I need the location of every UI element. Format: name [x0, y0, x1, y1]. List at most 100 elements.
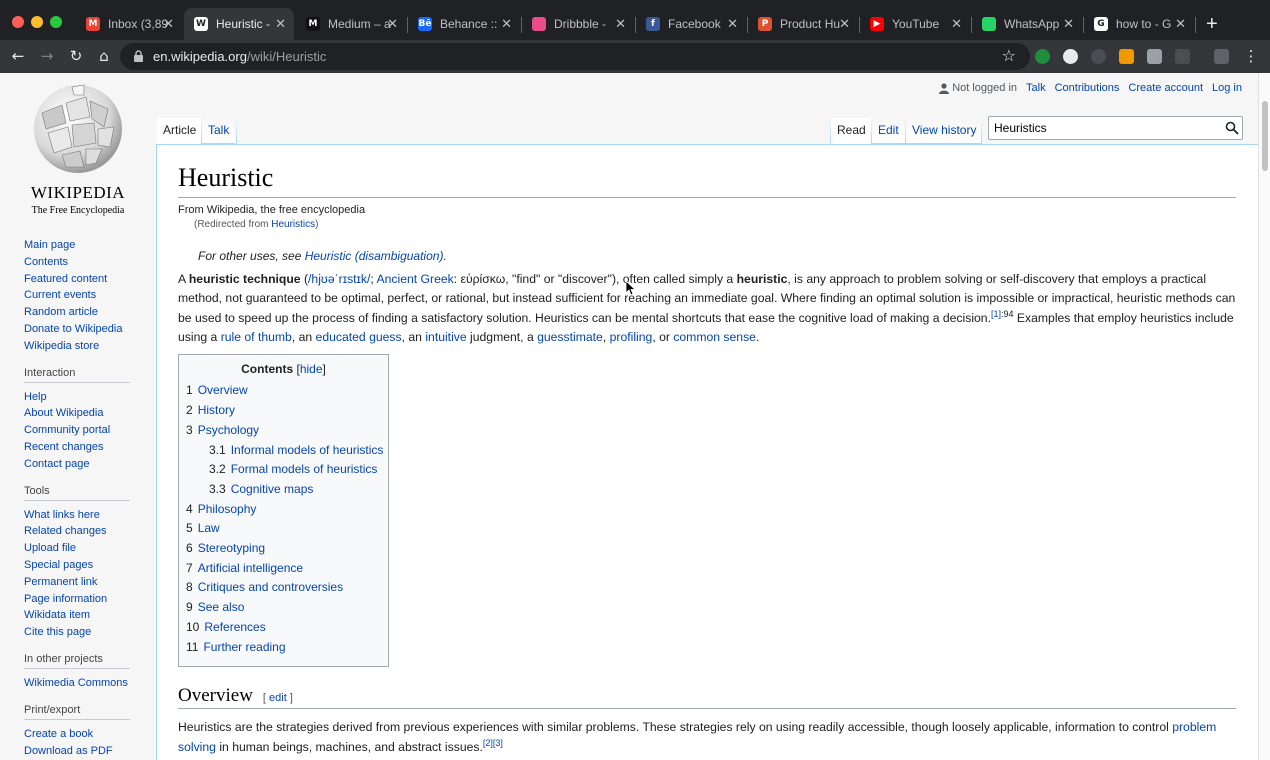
- toc-link-law[interactable]: Law: [198, 521, 220, 535]
- profiling-link[interactable]: profiling: [610, 330, 653, 344]
- browser-tab[interactable]: WhatsApp ✕: [972, 8, 1082, 40]
- toc-item[interactable]: 4 Philosophy: [186, 500, 381, 520]
- toc-link-history[interactable]: History: [198, 403, 235, 417]
- browser-tab[interactable]: Ghow to - G ✕: [1084, 8, 1194, 40]
- toc-item[interactable]: 7 Artificial intelligence: [186, 559, 381, 579]
- browser-tab[interactable]: W Heuristic - ✕: [184, 8, 294, 40]
- window-close-button[interactable]: [12, 16, 24, 28]
- toc-link-critiques-and-controversies[interactable]: Critiques and controversies: [198, 580, 343, 594]
- citation-2-link[interactable]: [2]: [483, 738, 493, 748]
- tab-talk-link[interactable]: Talk: [208, 123, 229, 137]
- citation-2[interactable]: [2][3]: [483, 738, 503, 748]
- scrollbar-thumb[interactable]: [1262, 101, 1268, 171]
- toc-link-see-also[interactable]: See also: [198, 600, 245, 614]
- sidebar-item-donate-to-wikipedia[interactable]: Donate to Wikipedia: [24, 323, 122, 335]
- sidebar-item-help[interactable]: Help: [24, 391, 47, 403]
- extension-ally-icon[interactable]: [1119, 49, 1134, 64]
- tab-close-icon[interactable]: ✕: [1175, 16, 1186, 32]
- sidebar-item-recent-changes[interactable]: Recent changes: [24, 441, 104, 453]
- extension-grammarly-icon[interactable]: [1035, 49, 1050, 64]
- guesstimate-link[interactable]: guesstimate: [537, 330, 603, 344]
- tab-view-history-link[interactable]: View history: [912, 123, 976, 137]
- common-sense-link[interactable]: common sense: [673, 330, 756, 344]
- citation-3-link[interactable]: [3]: [493, 738, 503, 748]
- new-tab-button[interactable]: +: [1206, 14, 1218, 34]
- toc-link-philosophy[interactable]: Philosophy: [198, 502, 257, 516]
- toc-link-informal-models-of-heuristics[interactable]: Informal models of heuristics: [231, 443, 384, 457]
- sidebar-item-create-a-book[interactable]: Create a book: [24, 728, 93, 740]
- extension-16-icon[interactable]: [1147, 49, 1162, 64]
- sidebar-item-cite-this-page[interactable]: Cite this page: [24, 626, 91, 638]
- section-edit-link[interactable]: edit: [269, 692, 287, 704]
- toc-item[interactable]: 2 History: [186, 401, 381, 421]
- tab-close-icon[interactable]: ✕: [387, 16, 398, 32]
- sidebar-item-random-article[interactable]: Random article: [24, 306, 98, 318]
- sidebar-item-featured-content[interactable]: Featured content: [24, 273, 107, 285]
- personal-talk-link[interactable]: Talk: [1026, 82, 1046, 94]
- wikipedia-logo[interactable]: WIKIPEDIA The Free Encyclopedia: [24, 83, 132, 216]
- intuitive-link[interactable]: intuitive: [425, 330, 466, 344]
- toc-item[interactable]: 5 Law: [186, 519, 381, 539]
- contributions-link[interactable]: Contributions: [1055, 82, 1120, 94]
- sidebar-item-permanent-link[interactable]: Permanent link: [24, 576, 97, 588]
- sidebar-item-what-links-here[interactable]: What links here: [24, 509, 100, 521]
- toc-link-overview[interactable]: Overview: [198, 383, 248, 397]
- search-icon[interactable]: [1225, 121, 1239, 135]
- toc-link-psychology[interactable]: Psychology: [198, 423, 259, 437]
- toc-item[interactable]: 3.1 Informal models of heuristics: [186, 441, 384, 461]
- forward-arrow-icon[interactable]: →: [37, 46, 57, 66]
- educated-guess-link[interactable]: educated guess: [316, 330, 402, 344]
- rule-of-thumb-link[interactable]: rule of thumb: [221, 330, 292, 344]
- sidebar-item-about-wikipedia[interactable]: About Wikipedia: [24, 407, 104, 419]
- tab-close-icon[interactable]: ✕: [951, 16, 962, 32]
- sidebar-item-main-page[interactable]: Main page: [24, 239, 75, 251]
- toc-link-references[interactable]: References: [204, 620, 265, 634]
- extension-misc-icon[interactable]: [1214, 49, 1229, 64]
- sidebar-item-community-portal[interactable]: Community portal: [24, 424, 110, 436]
- create-account-link[interactable]: Create account: [1128, 82, 1203, 94]
- browser-tab[interactable]: Dribbble - ✕: [522, 8, 634, 40]
- sidebar-item-download-as-pdf[interactable]: Download as PDF: [24, 745, 113, 757]
- tab-view-history[interactable]: View history: [906, 118, 983, 144]
- toc-item[interactable]: 1 Overview: [186, 381, 381, 401]
- toc-link-formal-models-of-heuristics[interactable]: Formal models of heuristics: [231, 462, 378, 476]
- browser-menu-icon[interactable]: ⋮: [1241, 46, 1261, 66]
- back-arrow-icon[interactable]: ←: [8, 46, 28, 66]
- extension-shield-icon[interactable]: [1091, 49, 1106, 64]
- toc-link-stereotyping[interactable]: Stereotyping: [198, 541, 265, 555]
- sidebar-item-current-events[interactable]: Current events: [24, 289, 96, 301]
- toc-link-further-reading[interactable]: Further reading: [203, 640, 285, 654]
- toc-item[interactable]: 10 References: [186, 618, 381, 638]
- window-maximize-button[interactable]: [50, 16, 62, 28]
- extension-folder-icon[interactable]: [1175, 49, 1190, 64]
- sidebar-item-upload-file[interactable]: Upload file: [24, 542, 76, 554]
- toc-link-cognitive-maps[interactable]: Cognitive maps: [231, 482, 314, 496]
- sidebar-item-contact-page[interactable]: Contact page: [24, 458, 89, 470]
- ipa-link[interactable]: /hjʊəˈrɪstɪk/: [308, 272, 370, 286]
- browser-tab[interactable]: M Medium – a ✕: [296, 8, 406, 40]
- tab-close-icon[interactable]: ✕: [727, 16, 738, 32]
- toc-item[interactable]: 6 Stereotyping: [186, 539, 381, 559]
- extension-circle-icon[interactable]: [1063, 49, 1078, 64]
- toc-item[interactable]: 3.3 Cognitive maps: [186, 480, 381, 500]
- browser-tab[interactable]: ▶ YouTube ✕: [860, 8, 970, 40]
- toc-item[interactable]: 8 Critiques and controversies: [186, 578, 381, 598]
- toc-link-artificial-intelligence[interactable]: Artificial intelligence: [198, 561, 303, 575]
- browser-tab[interactable]: P Product Hu ✕: [748, 8, 858, 40]
- log-in-link[interactable]: Log in: [1212, 82, 1242, 94]
- address-bar[interactable]: en.wikipedia.org/wiki/Heuristic ☆: [120, 43, 1030, 70]
- sidebar-item-wikidata-item[interactable]: Wikidata item: [24, 609, 90, 621]
- ancient-greek-link[interactable]: Ancient Greek: [377, 272, 454, 286]
- tab-close-icon[interactable]: ✕: [839, 16, 850, 32]
- reload-icon[interactable]: ↻: [66, 46, 86, 66]
- sidebar-item-related-changes[interactable]: Related changes: [24, 525, 107, 537]
- window-minimize-button[interactable]: [31, 16, 43, 28]
- browser-tab[interactable]: f Facebook ✕: [636, 8, 746, 40]
- tab-close-icon[interactable]: ✕: [1063, 16, 1074, 32]
- sidebar-item-wikipedia-store[interactable]: Wikipedia store: [24, 340, 99, 352]
- toc-item[interactable]: 11 Further reading: [186, 638, 381, 658]
- search-input[interactable]: [989, 117, 1219, 139]
- redirect-source-link[interactable]: Heuristics: [271, 219, 315, 230]
- tab-read[interactable]: Read: [831, 118, 872, 144]
- sidebar-item-page-information[interactable]: Page information: [24, 593, 107, 605]
